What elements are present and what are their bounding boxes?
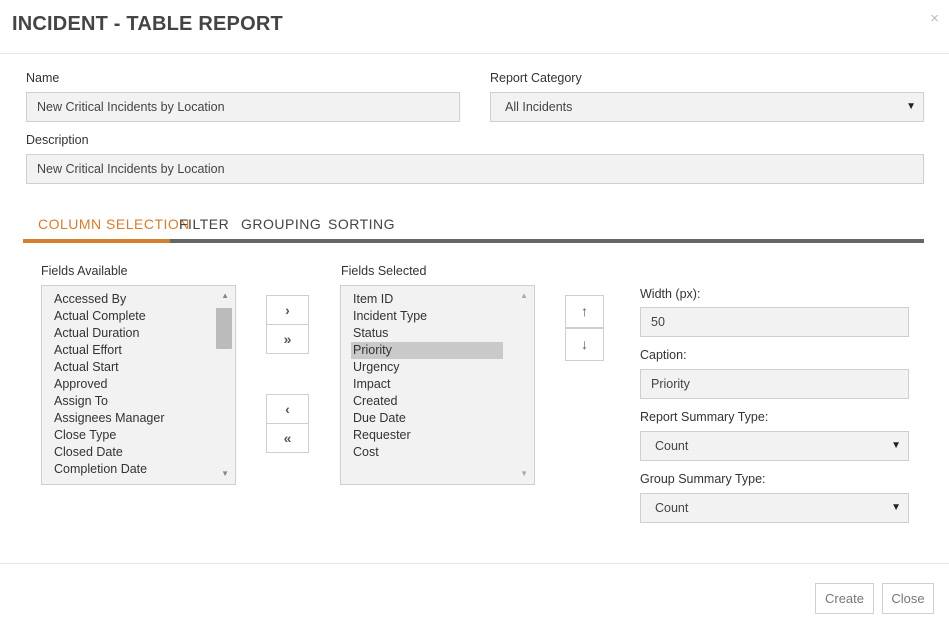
- width-label: Width (px):: [640, 287, 701, 301]
- list-item[interactable]: Actual Complete: [54, 308, 146, 325]
- report-summary-type-select[interactable]: Count ▼: [640, 431, 909, 461]
- chevron-down-icon: ▼: [891, 502, 901, 513]
- caption-input[interactable]: Priority: [640, 369, 909, 399]
- move-up-button[interactable]: ↑: [565, 295, 604, 328]
- report-category-select[interactable]: All Incidents ▼: [490, 92, 924, 122]
- fields-available-list[interactable]: Accessed By Actual Complete Actual Durat…: [41, 285, 236, 485]
- list-item[interactable]: Item ID: [353, 291, 393, 308]
- list-item[interactable]: Assign To: [54, 393, 108, 410]
- arrow-up-icon: ↑: [581, 303, 588, 319]
- scroll-up-icon[interactable]: ▲: [520, 291, 528, 300]
- footer-divider: [0, 563, 949, 564]
- list-item[interactable]: Requester: [353, 427, 411, 444]
- group-summary-type-value: Count: [655, 501, 689, 515]
- name-input[interactable]: New Critical Incidents by Location: [26, 92, 460, 122]
- close-button[interactable]: Close: [882, 583, 934, 614]
- list-item[interactable]: Incident Type: [353, 308, 427, 325]
- fields-available-label: Fields Available: [41, 264, 128, 278]
- remove-all-fields-button[interactable]: «: [266, 423, 309, 453]
- name-label: Name: [26, 71, 60, 85]
- tab-grouping[interactable]: GROUPING: [241, 216, 321, 232]
- list-item[interactable]: Approved: [54, 376, 108, 393]
- dialog-header: INCIDENT - TABLE REPORT ×: [0, 0, 949, 54]
- add-all-fields-button[interactable]: »: [266, 324, 309, 354]
- fields-selected-list[interactable]: Item ID Incident Type Status Priority Ur…: [340, 285, 535, 485]
- scroll-down-icon[interactable]: ▼: [221, 469, 229, 478]
- list-item[interactable]: Close Type: [54, 427, 116, 444]
- scroll-down-icon[interactable]: ▼: [520, 469, 528, 478]
- list-item[interactable]: Due Date: [353, 410, 406, 427]
- dialog-title: INCIDENT - TABLE REPORT: [12, 13, 283, 35]
- chevron-down-icon: ▼: [891, 440, 901, 451]
- report-category-value: All Incidents: [505, 100, 573, 114]
- list-item[interactable]: Actual Duration: [54, 325, 139, 342]
- list-item[interactable]: Accessed By: [54, 291, 126, 308]
- list-item[interactable]: Cost: [353, 444, 379, 461]
- scroll-up-icon[interactable]: ▲: [221, 291, 229, 300]
- chevron-down-icon: ▼: [906, 101, 916, 112]
- list-item[interactable]: Impact: [353, 376, 391, 393]
- list-item[interactable]: Urgency: [353, 359, 400, 376]
- report-category-label: Report Category: [490, 71, 582, 85]
- close-icon[interactable]: ×: [930, 10, 939, 27]
- group-summary-type-select[interactable]: Count ▼: [640, 493, 909, 523]
- remove-field-button[interactable]: ‹: [266, 394, 309, 424]
- list-item[interactable]: Status: [353, 325, 388, 342]
- fields-selected-label: Fields Selected: [341, 264, 427, 278]
- list-item[interactable]: Actual Effort: [54, 342, 122, 359]
- description-input[interactable]: New Critical Incidents by Location: [26, 154, 924, 184]
- list-item-selected[interactable]: Priority: [351, 342, 503, 359]
- group-summary-type-label: Group Summary Type:: [640, 472, 766, 486]
- tab-bar: COLUMN SELECTION FILTER GROUPING SORTING: [23, 207, 924, 243]
- list-item[interactable]: Completion Date: [54, 461, 147, 478]
- active-tab-indicator: [23, 239, 170, 243]
- scrollbar-thumb[interactable]: [216, 308, 232, 349]
- tab-column-selection[interactable]: COLUMN SELECTION: [38, 216, 190, 232]
- list-item[interactable]: Assignees Manager: [54, 410, 164, 427]
- tab-sorting[interactable]: SORTING: [328, 216, 395, 232]
- list-item[interactable]: Actual Start: [54, 359, 119, 376]
- width-input[interactable]: 50: [640, 307, 909, 337]
- move-down-button[interactable]: ↓: [565, 328, 604, 361]
- description-label: Description: [26, 133, 89, 147]
- add-field-button[interactable]: ›: [266, 295, 309, 325]
- report-summary-type-label: Report Summary Type:: [640, 410, 769, 424]
- list-item[interactable]: Created: [353, 393, 397, 410]
- create-button[interactable]: Create: [815, 583, 874, 614]
- caption-label: Caption:: [640, 348, 687, 362]
- tab-filter[interactable]: FILTER: [179, 216, 229, 232]
- arrow-down-icon: ↓: [581, 336, 588, 352]
- report-summary-type-value: Count: [655, 439, 689, 453]
- list-item[interactable]: Closed Date: [54, 444, 123, 461]
